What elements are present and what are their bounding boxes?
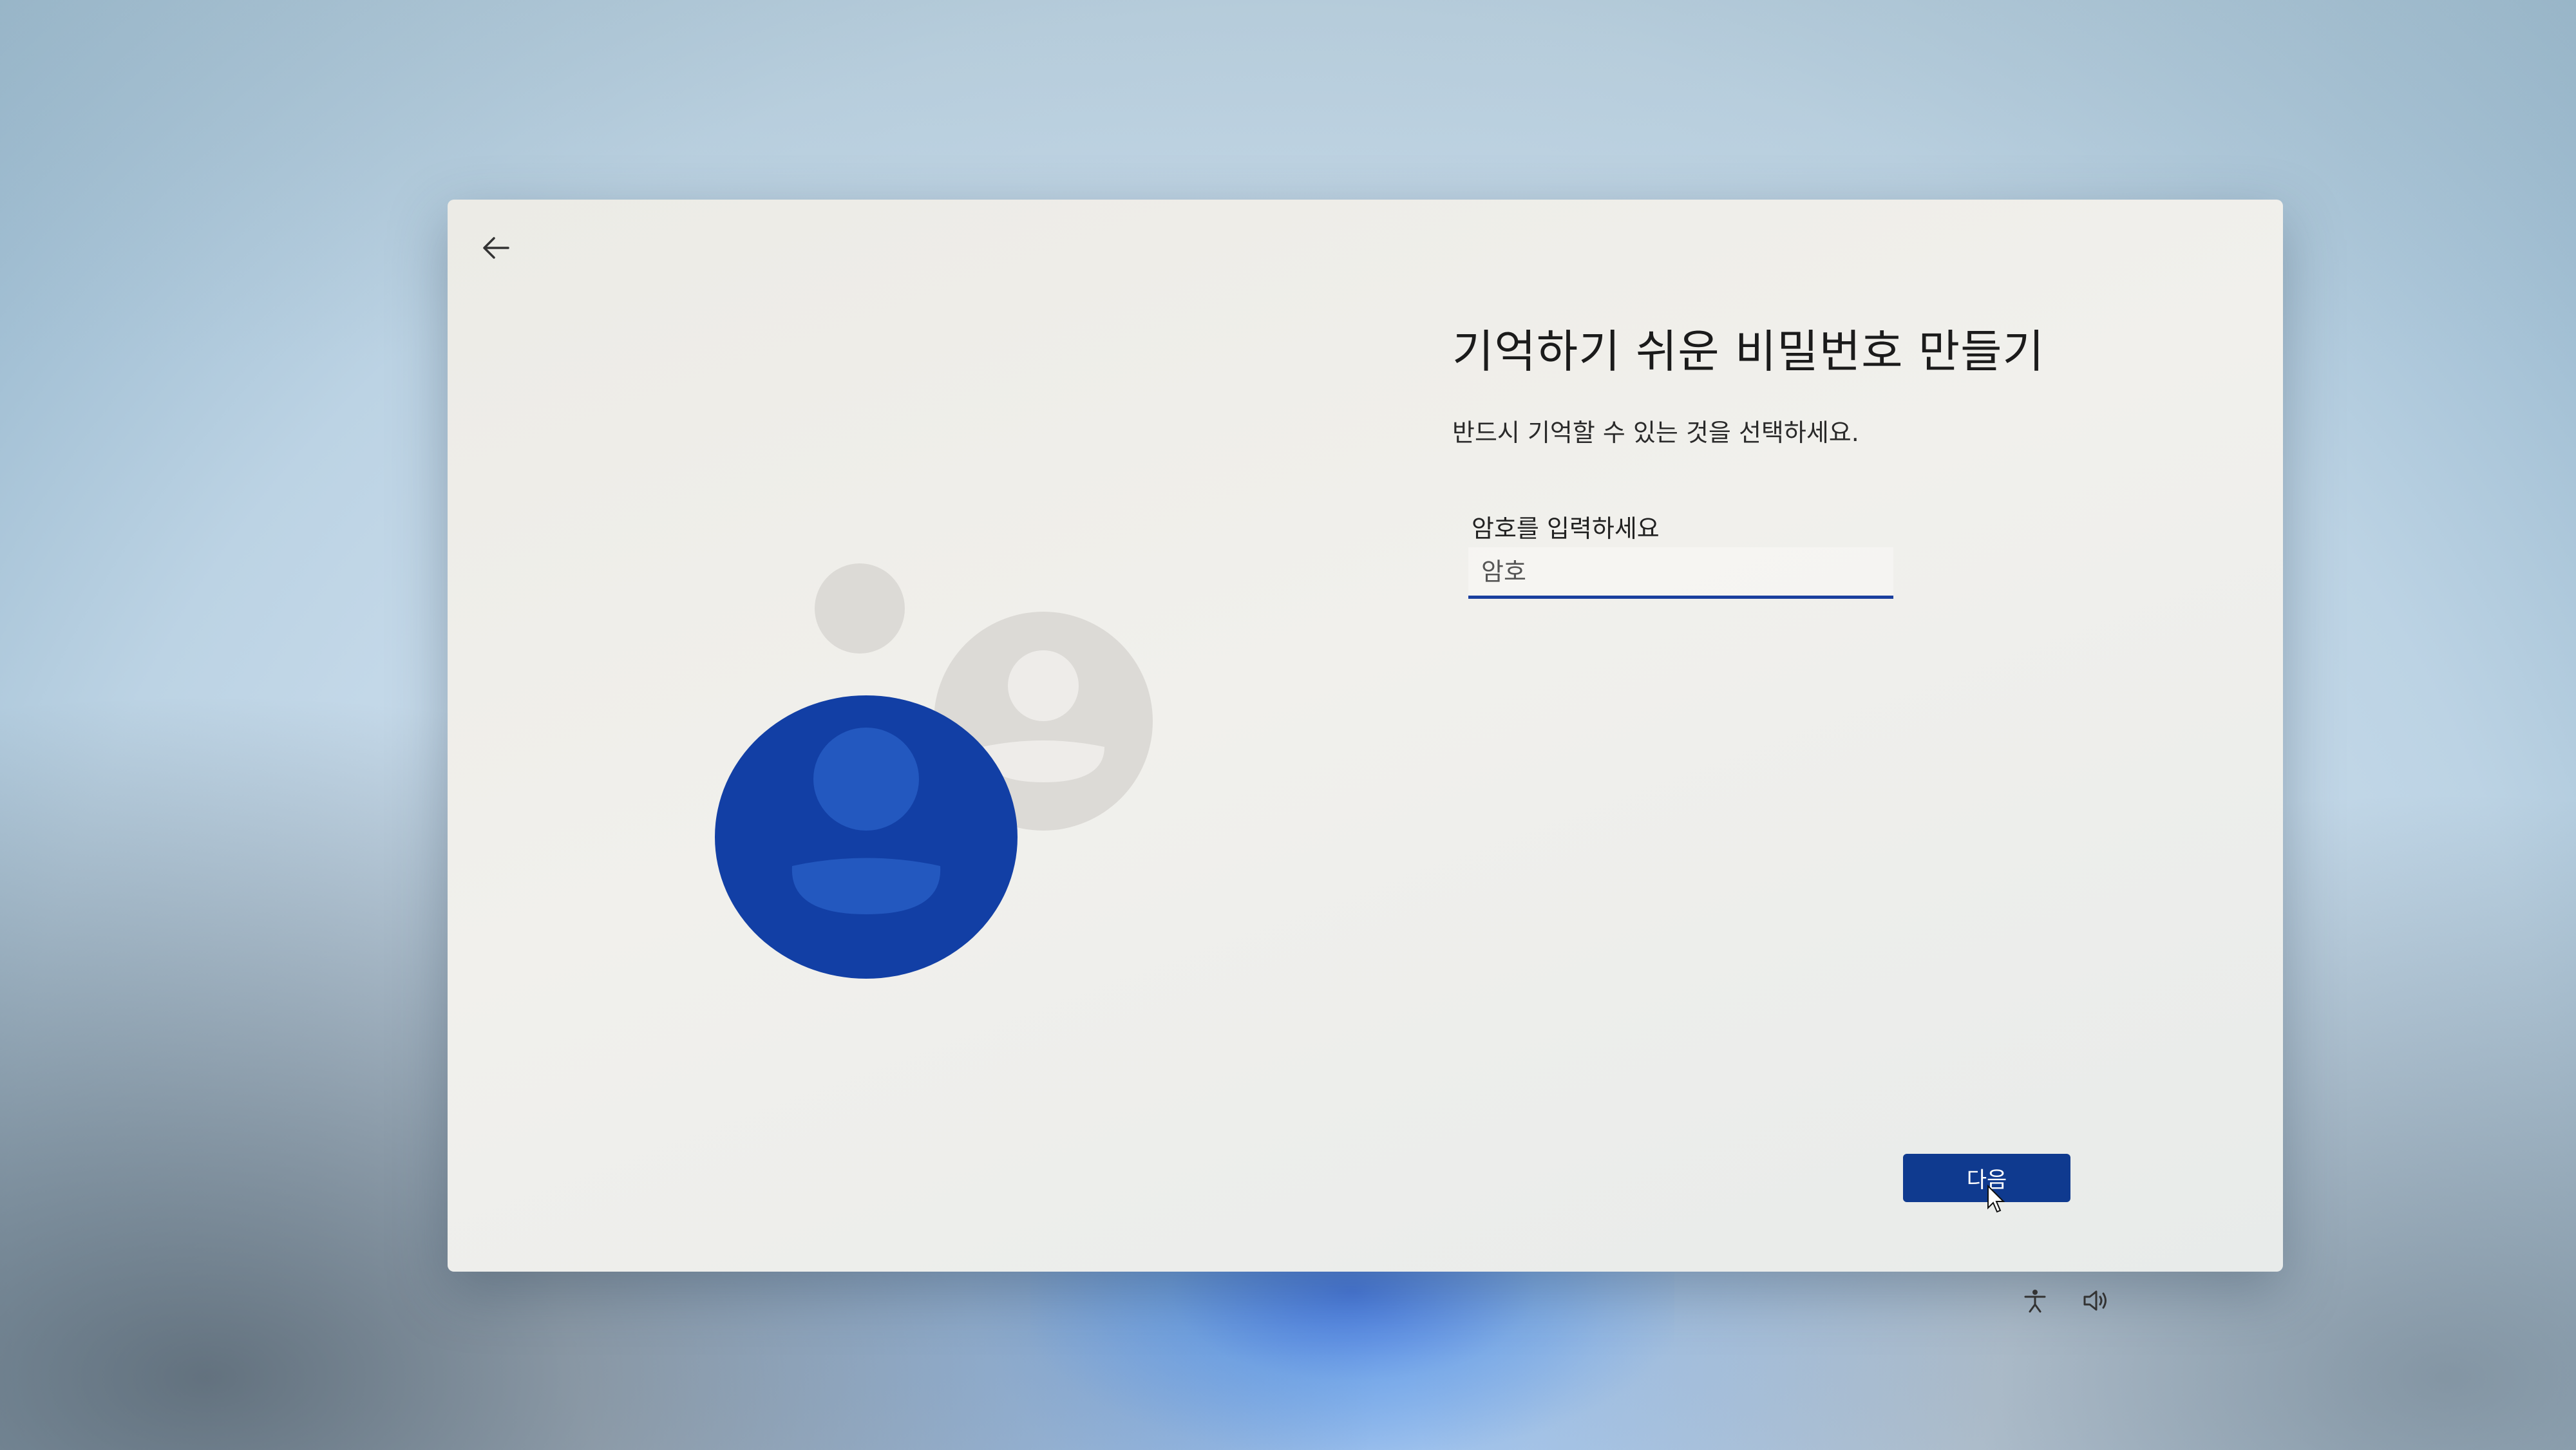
small-avatar-dot xyxy=(815,563,905,654)
accessibility-button[interactable] xyxy=(2016,1281,2054,1320)
password-input[interactable] xyxy=(1468,547,1893,599)
user-accounts-illustration xyxy=(715,563,1153,979)
content-panel: 기억하기 쉬운 비밀번호 만들기 반드시 기억할 수 있는 것을 선택하세요. xyxy=(1452,315,2225,448)
mouse-pointer-icon xyxy=(1987,1184,2006,1217)
volume-icon xyxy=(2083,1290,2107,1311)
blue-avatar-icon xyxy=(715,695,1018,979)
setup-dialog: 기억하기 쉬운 비밀번호 만들기 반드시 기억할 수 있는 것을 선택하세요. … xyxy=(448,200,2283,1272)
password-label: 암호를 입력하세요 xyxy=(1472,514,1660,543)
page-title: 기억하기 쉬운 비밀번호 만들기 xyxy=(1452,325,2045,378)
volume-button[interactable] xyxy=(2077,1281,2116,1320)
accessibility-icon xyxy=(2024,1290,2046,1313)
page-subtitle: 반드시 기억할 수 있는 것을 선택하세요. xyxy=(1452,419,1859,447)
